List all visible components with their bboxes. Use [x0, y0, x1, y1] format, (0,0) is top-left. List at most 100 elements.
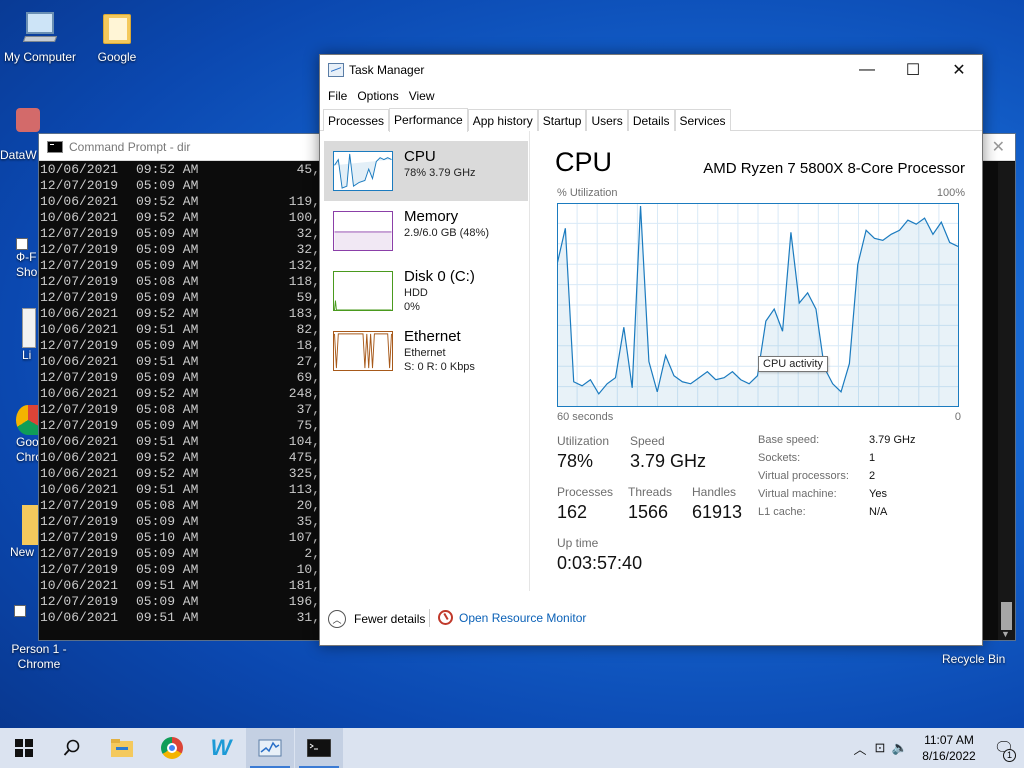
- cmd-line: 10/06/2021 09:52 AM 183,: [40, 306, 320, 322]
- cmd-line-date: 10/06/2021: [40, 322, 119, 337]
- desktop-icon-my-computer[interactable]: My Computer: [0, 10, 80, 65]
- close-button[interactable]: ✕: [936, 55, 982, 85]
- chevron-up-icon: ︿: [328, 610, 346, 628]
- taskbar-file-explorer[interactable]: [98, 728, 146, 768]
- handles-value: 61913: [692, 502, 743, 522]
- cmd-line-size: 196,: [288, 594, 320, 609]
- cpu-model: AMD Ryzen 7 5800X 8-Core Processor: [703, 160, 965, 177]
- menu-view[interactable]: View: [404, 89, 440, 103]
- cmd-line-time: 05:09 AM: [136, 242, 199, 257]
- desktop-icon-recycle-bin[interactable]: Recycle Bin: [942, 652, 1005, 666]
- cmd-line: 12/07/2019 05:09 AM 75,: [40, 418, 320, 434]
- desktop-icon-dataw[interactable]: DataW: [0, 108, 40, 163]
- w-app-icon: W: [210, 735, 232, 760]
- desktop-icon-google-chrome[interactable]: Goo Chro: [16, 405, 40, 465]
- resource-item-memory[interactable]: Memory 2.9/6.0 GB (48%): [324, 201, 528, 261]
- cmd-line: 12/07/2019 05:09 AM 59,: [40, 290, 320, 306]
- taskbar: W ︿ ⊡ 🔈 11:07 AM 8/16/2022 🗨 1: [0, 728, 1024, 768]
- resource-item-disk[interactable]: Disk 0 (C:) HDD 0%: [324, 261, 528, 321]
- tm-titlebar[interactable]: Task Manager — ☐ ✕: [320, 55, 982, 85]
- utilization-axis-label: % Utilization: [557, 187, 618, 199]
- cmd-line: 12/07/2019 05:09 AM: [40, 178, 320, 194]
- cmd-line-date: 10/06/2021: [40, 434, 119, 449]
- cmd-line-date: 10/06/2021: [40, 482, 119, 497]
- cmd-line: 12/07/2019 05:09 AM 32,: [40, 226, 320, 242]
- taskbar-command-prompt[interactable]: [295, 728, 343, 768]
- desktop-icon-google[interactable]: Google: [77, 10, 157, 65]
- resource-item-ethernet[interactable]: Ethernet Ethernet S: 0 R: 0 Kbps: [324, 321, 528, 381]
- cmd-line-date: 10/06/2021: [40, 610, 119, 625]
- cmd-line: 10/06/2021 09:52 AM 119,: [40, 194, 320, 210]
- cmd-line-date: 10/06/2021: [40, 194, 119, 209]
- resource-monitor-label: Open Resource Monitor: [459, 610, 587, 625]
- network-icon[interactable]: ⊡: [870, 740, 890, 756]
- volume-icon[interactable]: 🔈: [890, 740, 910, 756]
- cmd-line: 10/06/2021 09:52 AM 45,: [40, 162, 320, 178]
- tab-performance[interactable]: Performance: [389, 108, 468, 132]
- cmd-line-time: 09:52 AM: [136, 386, 199, 401]
- cmd-line-date: 12/07/2019: [40, 178, 119, 193]
- tab-startup[interactable]: Startup: [537, 109, 587, 131]
- tab-services[interactable]: Services: [674, 109, 731, 131]
- task-manager-icon: [328, 63, 344, 77]
- footer-divider: [429, 609, 430, 627]
- chevron-up-icon[interactable]: ︿: [850, 739, 870, 758]
- speed-value: 3.79 GHz: [630, 451, 707, 471]
- menu-options[interactable]: Options: [352, 89, 403, 103]
- menu-file[interactable]: File: [323, 89, 352, 103]
- notification-button[interactable]: 🗨 1: [984, 728, 1024, 768]
- clock[interactable]: 11:07 AM 8/16/2022: [914, 732, 984, 764]
- fewer-details-button[interactable]: ︿ Fewer details: [328, 610, 425, 628]
- cmd-line-size: 69,: [296, 370, 320, 385]
- cmd-line-size: 183,: [288, 306, 320, 321]
- tab-app-history[interactable]: App history: [467, 109, 538, 131]
- cmd-line-date: 12/07/2019: [40, 258, 119, 273]
- task-manager-icon: [258, 739, 282, 757]
- cmd-line-time: 09:52 AM: [136, 162, 199, 177]
- tab-details[interactable]: Details: [627, 109, 675, 131]
- cmd-line-time: 05:09 AM: [136, 594, 199, 609]
- cmd-line-time: 05:09 AM: [136, 178, 199, 193]
- maximize-button[interactable]: ☐: [890, 55, 936, 85]
- cmd-line-size: 113,: [288, 482, 320, 497]
- taskbar-chrome[interactable]: [148, 728, 196, 768]
- cmd-line-date: 12/07/2019: [40, 402, 119, 417]
- tab-users[interactable]: Users: [586, 109, 628, 131]
- cmd-line-time: 09:51 AM: [136, 578, 199, 593]
- cmd-title: Command Prompt - dir: [69, 140, 191, 154]
- taskbar-task-manager[interactable]: [246, 728, 294, 768]
- cmd-line-time: 09:52 AM: [136, 194, 199, 209]
- cmd-line-time: 05:09 AM: [136, 370, 199, 385]
- resource-detail: S: 0 R: 0 Kbps: [404, 361, 475, 373]
- taskbar-w-app[interactable]: W: [197, 728, 245, 768]
- open-resource-monitor-link[interactable]: Open Resource Monitor: [438, 610, 586, 625]
- dataw-icon: [16, 108, 40, 144]
- cmd-line-date: 12/07/2019: [40, 514, 119, 529]
- cpu-utilization-graph[interactable]: [557, 203, 959, 407]
- cmd-line: 12/07/2019 05:09 AM 196,: [40, 594, 320, 610]
- minimize-button[interactable]: —: [844, 55, 890, 85]
- cmd-line-date: 10/06/2021: [40, 578, 119, 593]
- tab-processes[interactable]: Processes: [323, 109, 390, 131]
- cmd-line-time: 05:08 AM: [136, 274, 199, 289]
- disk-mini-graph: [333, 271, 393, 311]
- cmd-line: 12/07/2019 05:09 AM 35,: [40, 514, 320, 530]
- scroll-down-icon[interactable]: ▼: [1001, 629, 1010, 639]
- cmd-scrollbar[interactable]: ▼: [998, 162, 1015, 640]
- desktop-icon-shortcut[interactable]: Ф-F Shor: [16, 238, 40, 280]
- resource-item-cpu[interactable]: CPU 78% 3.79 GHz: [324, 141, 528, 201]
- resource-name: CPU: [404, 148, 436, 165]
- desktop-icon-new[interactable]: New: [10, 505, 40, 560]
- cmd-line-date: 10/06/2021: [40, 306, 119, 321]
- close-icon[interactable]: ✕: [992, 137, 1005, 157]
- start-button[interactable]: [0, 728, 48, 768]
- cpu-activity-tooltip: CPU activity: [758, 356, 828, 372]
- threads-value: 1566: [628, 502, 669, 522]
- resource-detail: 0%: [404, 301, 420, 313]
- task-manager-window[interactable]: Task Manager — ☐ ✕ File Options View Pro…: [319, 54, 983, 646]
- cmd-line-date: 10/06/2021: [40, 466, 119, 481]
- resource-detail: HDD: [404, 287, 428, 299]
- cmd-line-time: 09:51 AM: [136, 610, 199, 625]
- scrollbar-thumb[interactable]: [1001, 602, 1012, 630]
- search-button[interactable]: [48, 728, 96, 768]
